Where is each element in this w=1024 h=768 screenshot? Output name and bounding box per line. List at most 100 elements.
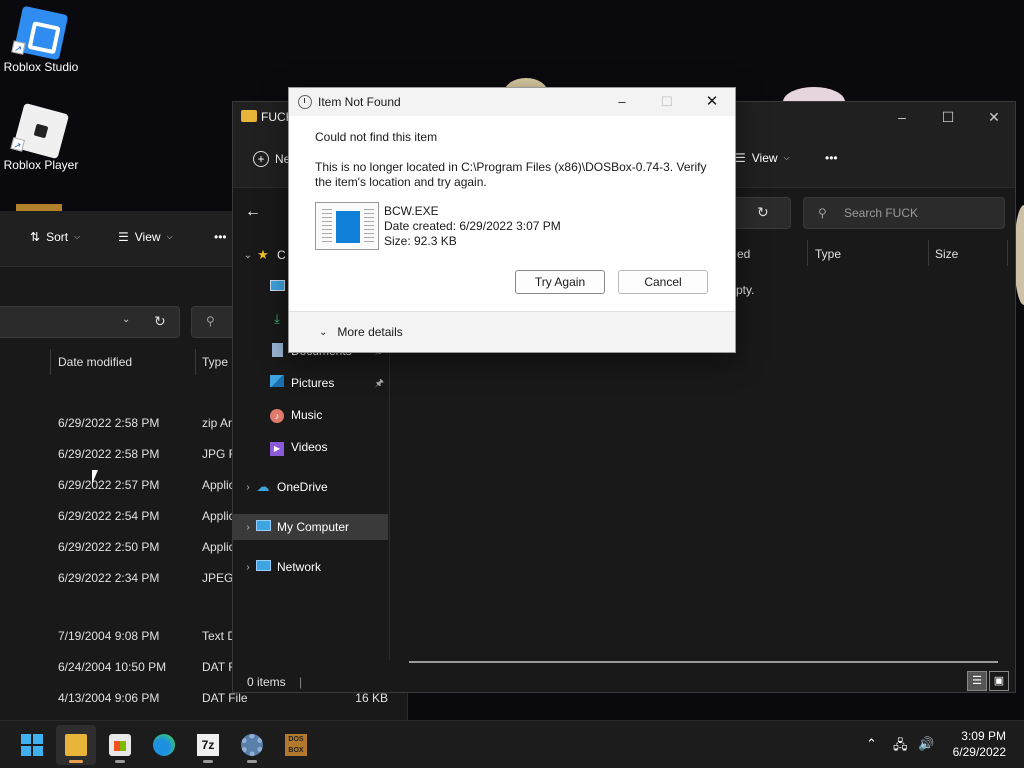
- plus-icon: +: [253, 151, 269, 167]
- edge-icon: [153, 734, 175, 756]
- file-row-type[interactable]: DAT File: [202, 691, 262, 705]
- taskbar-7zip[interactable]: 7z: [188, 725, 228, 765]
- nav-item-network[interactable]: › Network: [233, 554, 388, 580]
- chevron-down-icon[interactable]: ⌄: [122, 314, 130, 325]
- file-row-date[interactable]: 6/29/2022 2:57 PM: [58, 478, 159, 492]
- start-button[interactable]: [12, 725, 52, 765]
- column-separator[interactable]: [1007, 240, 1008, 266]
- try-again-button[interactable]: Try Again: [515, 270, 605, 294]
- nav-item-videos[interactable]: ▶ Videos: [233, 434, 388, 460]
- taskbar-clock[interactable]: 3:09 PM 6/29/2022: [953, 728, 1006, 760]
- search-input[interactable]: ⚲ Search FUCK: [803, 197, 1005, 229]
- nav-item-music[interactable]: ♪ Music: [233, 402, 388, 428]
- file-row-date[interactable]: 6/24/2004 10:50 PM: [58, 660, 166, 674]
- folder-icon: [241, 110, 257, 122]
- address-bar[interactable]: ⌄ ↻: [0, 306, 180, 338]
- desktop-icon-label: Roblox Player: [3, 158, 79, 172]
- store-icon: [109, 734, 131, 756]
- chevron-down-icon[interactable]: ⌄: [241, 250, 255, 261]
- taskbar-store[interactable]: [100, 725, 140, 765]
- view-label: View: [134, 230, 161, 244]
- nav-item-pictures[interactable]: Pictures 🖈: [233, 370, 388, 396]
- column-separator[interactable]: [195, 349, 196, 375]
- minimize-button[interactable]: –: [879, 102, 925, 132]
- chevron-right-icon[interactable]: ›: [241, 482, 255, 493]
- column-header-date-modified[interactable]: Date modified: [58, 355, 132, 369]
- close-button[interactable]: ✕: [689, 88, 735, 116]
- cancel-button[interactable]: Cancel: [618, 270, 708, 294]
- more-options-button[interactable]: •••: [214, 230, 227, 244]
- column-separator[interactable]: [807, 240, 808, 266]
- more-icon: •••: [214, 230, 227, 244]
- exe-file-icon: [315, 202, 379, 250]
- chevron-right-icon[interactable]: ›: [241, 522, 255, 533]
- view-button[interactable]: ☰ View ⌵: [735, 151, 790, 165]
- chevron-up-icon[interactable]: ⌃: [866, 736, 877, 752]
- column-header-date-modified[interactable]: ed: [737, 247, 750, 261]
- file-row-date[interactable]: 6/29/2022 2:50 PM: [58, 540, 159, 554]
- dialog-heading: Could not find this item: [315, 130, 438, 144]
- item-not-found-dialog[interactable]: Item Not Found – ☐ ✕ Could not find this…: [288, 87, 736, 353]
- close-button[interactable]: ✕: [971, 102, 1017, 132]
- file-row-type[interactable]: JPG Fi: [202, 447, 232, 461]
- music-icon: ♪: [269, 407, 285, 423]
- more-details-toggle[interactable]: ⌄ More details: [319, 325, 403, 339]
- file-row-type[interactable]: JPEG I: [202, 571, 232, 585]
- view-toggle: ☰ ▣: [967, 671, 1009, 691]
- back-arrow-icon[interactable]: ←: [245, 203, 261, 221]
- maximize-button[interactable]: ☐: [925, 102, 971, 132]
- file-row-date[interactable]: 7/19/2004 9:08 PM: [58, 629, 159, 643]
- volume-icon[interactable]: 🔊: [918, 736, 934, 752]
- more-options-button[interactable]: •••: [825, 151, 838, 165]
- column-separator[interactable]: [928, 240, 929, 266]
- horizontal-scrollbar[interactable]: [409, 661, 998, 663]
- column-header-type[interactable]: Type: [202, 355, 228, 369]
- new-button[interactable]: + Ne: [253, 151, 290, 167]
- file-row-date[interactable]: 6/29/2022 2:58 PM: [58, 416, 159, 430]
- item-count: 0 items: [247, 675, 286, 689]
- desktop-icon-roblox-player[interactable]: ↗ Roblox Player: [0, 102, 82, 172]
- file-row-size[interactable]: 16 KB: [340, 691, 388, 705]
- taskbar-file-explorer[interactable]: [56, 725, 96, 765]
- file-row-type[interactable]: Applic: [202, 540, 232, 554]
- taskbar-dosbox[interactable]: DOS BOX: [276, 725, 316, 765]
- computer-icon: [255, 519, 271, 535]
- taskbar-settings[interactable]: [232, 725, 272, 765]
- pin-icon: 🖈: [374, 378, 384, 389]
- search-icon: ⚲: [206, 314, 215, 328]
- file-row-type[interactable]: Applic: [202, 478, 232, 492]
- file-date-created: Date created: 6/29/2022 3:07 PM: [384, 219, 561, 233]
- refresh-icon[interactable]: ↻: [757, 204, 769, 221]
- column-separator[interactable]: [50, 349, 51, 375]
- dialog-title-bar[interactable]: Item Not Found – ☐ ✕: [289, 88, 735, 116]
- 7zip-icon: 7z: [197, 734, 219, 756]
- status-bar: 0 items |: [247, 675, 302, 689]
- desktop-icon-roblox-studio[interactable]: ↗ Roblox Studio: [0, 5, 82, 74]
- file-row-date[interactable]: 6/29/2022 2:58 PM: [58, 447, 159, 461]
- nav-item-label: OneDrive: [277, 480, 328, 494]
- file-row-date[interactable]: 6/29/2022 2:54 PM: [58, 509, 159, 523]
- nav-item-my-computer[interactable]: › My Computer: [233, 514, 388, 540]
- file-row-date[interactable]: 6/29/2022 2:34 PM: [58, 571, 159, 585]
- details-view-icon[interactable]: ☰: [967, 671, 987, 691]
- refresh-icon[interactable]: ↻: [154, 313, 166, 330]
- file-row-date[interactable]: 4/13/2004 9:06 PM: [58, 691, 159, 705]
- minimize-button[interactable]: –: [599, 88, 645, 116]
- tiles-view-icon[interactable]: ▣: [989, 671, 1009, 691]
- column-header-type[interactable]: Type: [815, 247, 841, 261]
- column-header-size[interactable]: Size: [935, 247, 958, 261]
- file-row-type[interactable]: Applic: [202, 509, 232, 523]
- dialog-footer: ⌄ More details: [289, 311, 735, 352]
- view-button[interactable]: ☰ View ⌵: [118, 230, 173, 244]
- file-row-type[interactable]: Text D: [202, 629, 232, 643]
- file-row-type[interactable]: DAT Fi: [202, 660, 232, 674]
- network-tray-icon[interactable]: 🖧: [893, 736, 908, 758]
- taskbar-edge[interactable]: [144, 725, 184, 765]
- file-row-type[interactable]: zip Ar: [202, 416, 232, 430]
- videos-icon: ▶: [269, 439, 285, 456]
- chevron-right-icon[interactable]: ›: [241, 562, 255, 573]
- sort-button[interactable]: ⇅ Sort ⌵: [30, 230, 80, 244]
- nav-item-label: Videos: [291, 440, 328, 454]
- nav-item-onedrive[interactable]: › ☁ OneDrive: [233, 474, 388, 500]
- address-bar[interactable]: ⌄ ↻: [727, 197, 791, 229]
